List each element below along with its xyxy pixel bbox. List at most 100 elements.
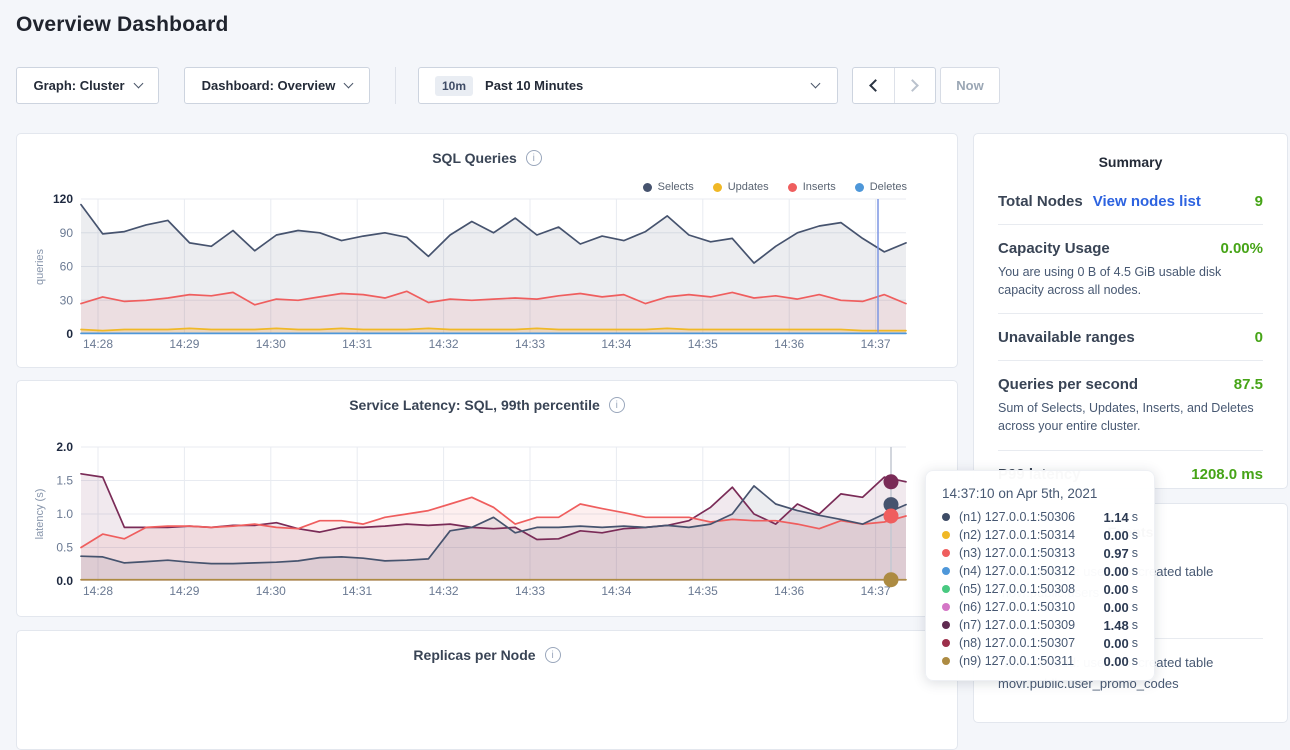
svg-text:14:30: 14:30 — [256, 584, 286, 598]
svg-text:14:30: 14:30 — [256, 337, 286, 351]
view-nodes-list-link[interactable]: View nodes list — [1093, 193, 1201, 210]
node-dot-icon — [942, 639, 950, 647]
time-range-label: Past 10 Minutes — [485, 78, 583, 93]
tooltip-row: (n3) 127.0.0.1:503130.97s — [942, 544, 1138, 562]
replicas-per-node-chart-panel: Replicas per Node i — [16, 630, 958, 750]
chevron-left-icon — [869, 79, 882, 92]
node-dot-icon — [942, 513, 950, 521]
unavailable-ranges-value: 0 — [1255, 329, 1263, 346]
svg-text:14:37: 14:37 — [861, 584, 891, 598]
svg-text:2.0: 2.0 — [56, 440, 73, 454]
svg-text:14:35: 14:35 — [688, 337, 718, 351]
chevron-down-icon — [344, 79, 354, 89]
node-dot-icon — [942, 549, 950, 557]
updates-dot-icon — [713, 183, 722, 192]
svg-text:14:28: 14:28 — [83, 337, 113, 351]
tooltip-row: (n2) 127.0.0.1:503140.00s — [942, 526, 1138, 544]
svg-text:14:32: 14:32 — [429, 337, 459, 351]
summary-panel: Summary Total Nodes View nodes list 9 Ca… — [973, 133, 1288, 489]
summary-title: Summary — [974, 134, 1287, 178]
svg-text:90: 90 — [60, 226, 74, 240]
chevron-down-icon — [133, 79, 143, 89]
sql-queries-chart[interactable]: 0 30 60 90 120 14:28 14:29 14:30 14:31 14:32 14:33… — [17, 134, 959, 369]
tooltip-row: (n8) 127.0.0.1:503070.00s — [942, 634, 1138, 652]
graph-dropdown-label: Graph: Cluster — [33, 78, 124, 93]
svg-text:14:29: 14:29 — [169, 584, 199, 598]
tooltip-row: (n9) 127.0.0.1:503110.00s — [942, 652, 1138, 670]
tooltip-row: (n1) 127.0.0.1:503061.14s — [942, 508, 1138, 526]
legend-item-selects: Selects — [643, 181, 694, 193]
svg-text:14:36: 14:36 — [774, 584, 804, 598]
time-range-badge: 10m — [435, 76, 473, 96]
sql-chart-legend: Selects Updates Inserts Deletes — [643, 181, 907, 193]
service-latency-chart-title: Service Latency: SQL, 99th percentile — [349, 397, 600, 413]
svg-text:14:34: 14:34 — [601, 584, 631, 598]
node-dot-icon — [942, 603, 950, 611]
node-dot-icon — [942, 657, 950, 665]
summary-row-total-nodes: Total Nodes View nodes list 9 — [998, 178, 1263, 225]
controls-bar: Graph: Cluster Dashboard: Overview 10m P… — [16, 67, 1290, 105]
tooltip-row: (n4) 127.0.0.1:503120.00s — [942, 562, 1138, 580]
summary-row-unavailable-ranges: Unavailable ranges 0 — [998, 314, 1263, 361]
time-back-button[interactable] — [853, 68, 894, 103]
node-dot-icon — [942, 531, 950, 539]
svg-text:14:33: 14:33 — [515, 584, 545, 598]
service-latency-chart-panel: Service Latency: SQL, 99th percentile i … — [16, 380, 958, 617]
tooltip-row: (n7) 127.0.0.1:503091.48s — [942, 616, 1138, 634]
svg-text:14:37: 14:37 — [861, 337, 891, 351]
deletes-dot-icon — [855, 183, 864, 192]
svg-text:120: 120 — [53, 192, 73, 206]
graph-dropdown[interactable]: Graph: Cluster — [16, 67, 159, 104]
time-range-dropdown[interactable]: 10m Past 10 Minutes — [418, 67, 838, 104]
selects-dot-icon — [643, 183, 652, 192]
node-dot-icon — [942, 621, 950, 629]
svg-text:1.0: 1.0 — [56, 507, 73, 521]
queries-per-second-value: 87.5 — [1234, 376, 1263, 393]
svg-text:0: 0 — [66, 327, 73, 341]
svg-text:14:33: 14:33 — [515, 337, 545, 351]
dashboard-dropdown-label: Dashboard: Overview — [202, 78, 336, 93]
controls-divider — [395, 67, 396, 104]
svg-text:14:29: 14:29 — [169, 337, 199, 351]
page-title: Overview Dashboard — [16, 13, 229, 37]
summary-row-queries-per-second: Queries per second 87.5 Sum of Selects, … — [998, 361, 1263, 450]
summary-row-capacity-usage: Capacity Usage 0.00% You are using 0 B o… — [998, 225, 1263, 314]
now-button[interactable]: Now — [940, 67, 1000, 104]
node-dot-icon — [942, 585, 950, 593]
svg-text:14:31: 14:31 — [342, 584, 372, 598]
svg-text:14:31: 14:31 — [342, 337, 372, 351]
svg-text:30: 30 — [60, 294, 74, 308]
time-forward-button[interactable] — [894, 68, 936, 103]
info-icon[interactable]: i — [609, 397, 625, 413]
svg-text:14:35: 14:35 — [688, 584, 718, 598]
svg-text:60: 60 — [60, 260, 74, 274]
info-icon[interactable]: i — [545, 647, 561, 663]
legend-item-updates: Updates — [713, 181, 769, 193]
svg-text:0.0: 0.0 — [56, 574, 73, 588]
svg-text:14:36: 14:36 — [774, 337, 804, 351]
tooltip-row: (n5) 127.0.0.1:503080.00s — [942, 580, 1138, 598]
sql-queries-chart-panel: SQL Queries i Selects Updates Inserts De… — [16, 133, 958, 368]
node-dot-icon — [942, 567, 950, 575]
svg-text:14:32: 14:32 — [429, 584, 459, 598]
chart-hover-tooltip: 14:37:10 on Apr 5th, 2021 (n1) 127.0.0.1… — [925, 470, 1155, 681]
dashboard-dropdown[interactable]: Dashboard: Overview — [184, 67, 370, 104]
chevron-right-icon — [906, 79, 919, 92]
svg-text:latency (s): latency (s) — [34, 489, 46, 540]
tooltip-row: (n6) 127.0.0.1:503100.00s — [942, 598, 1138, 616]
time-step-buttons — [852, 67, 936, 104]
chevron-down-icon — [811, 79, 821, 89]
service-latency-chart[interactable]: 0.00.51.01.52.014:2814:2914:3014:3114:32… — [17, 381, 959, 618]
legend-item-inserts: Inserts — [788, 181, 836, 193]
svg-text:14:28: 14:28 — [83, 584, 113, 598]
svg-text:1.5: 1.5 — [56, 474, 73, 488]
svg-text:queries: queries — [34, 248, 46, 285]
inserts-dot-icon — [788, 183, 797, 192]
capacity-usage-value: 0.00% — [1220, 240, 1263, 257]
info-icon[interactable]: i — [526, 150, 542, 166]
replicas-per-node-chart-title: Replicas per Node — [413, 647, 535, 663]
sql-queries-chart-title: SQL Queries — [432, 150, 517, 166]
p99-latency-value: 1208.0 ms — [1191, 466, 1263, 483]
svg-text:14:34: 14:34 — [601, 337, 631, 351]
legend-item-deletes: Deletes — [855, 181, 907, 193]
